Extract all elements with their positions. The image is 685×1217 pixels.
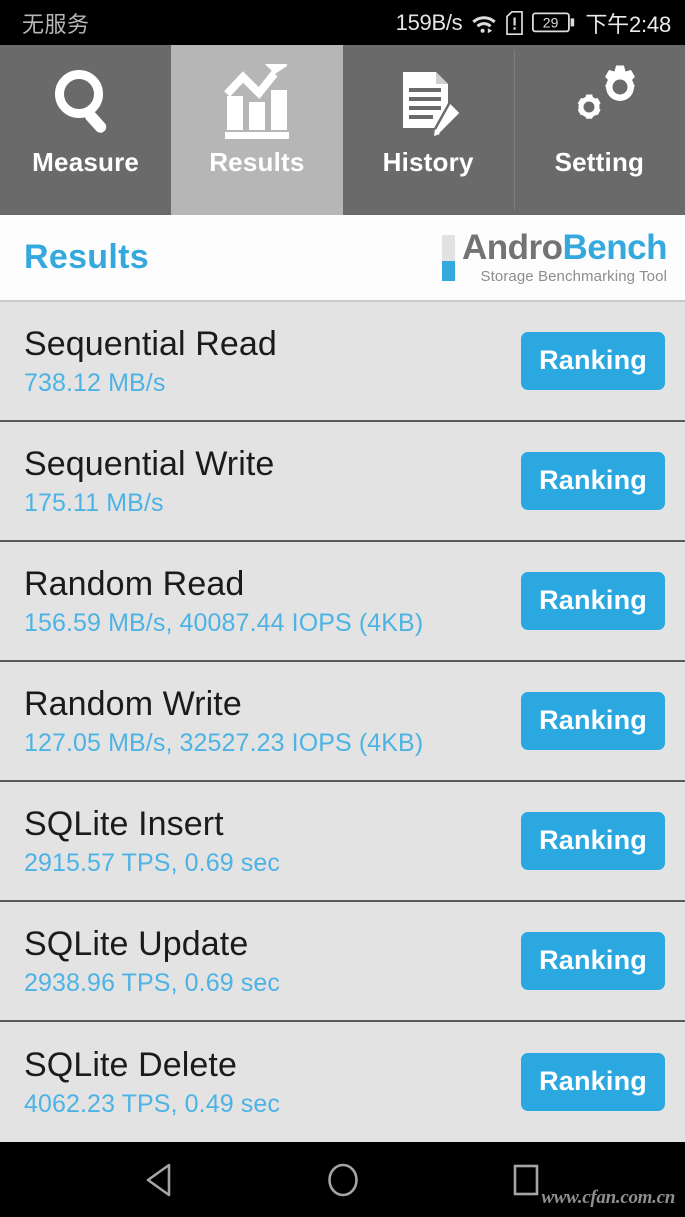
result-row: Random Write 127.05 MB/s, 32527.23 IOPS (… (0, 662, 685, 782)
result-texts: Sequential Read 738.12 MB/s (24, 325, 277, 398)
site-watermark: www.cfan.com.cn (541, 1187, 675, 1208)
magnifier-icon (47, 67, 125, 139)
result-texts: Random Read 156.59 MB/s, 40087.44 IOPS (4… (24, 565, 423, 638)
result-texts: SQLite Delete 4062.23 TPS, 0.49 sec (24, 1046, 280, 1119)
logo-wordmark: AndroBench (461, 228, 668, 267)
result-texts: Sequential Write 175.11 MB/s (24, 445, 274, 518)
tab-history[interactable]: History (342, 45, 514, 215)
result-row: Sequential Write 175.11 MB/s Ranking (0, 422, 685, 542)
battery-icon: 29 (532, 11, 576, 34)
clock-label: 下午2:48 (585, 11, 671, 37)
result-name: Sequential Read (24, 324, 277, 363)
app-root: 无服务 159B/s 29 下午2:48 Measure Results His… (0, 0, 685, 1217)
logo-bar-icon (441, 234, 455, 281)
document-pencil-icon (389, 67, 467, 139)
result-row: Random Read 156.59 MB/s, 40087.44 IOPS (4… (0, 542, 685, 662)
android-nav-bar: www.cfan.com.cn (0, 1142, 685, 1217)
ranking-button[interactable]: Ranking (521, 812, 665, 870)
result-name: SQLite Delete (24, 1045, 237, 1084)
result-texts: SQLite Update 2938.96 TPS, 0.69 sec (24, 925, 280, 998)
result-value: 4062.23 TPS, 0.49 sec (24, 1089, 280, 1118)
result-name: Random Write (24, 684, 242, 723)
recents-square-icon[interactable] (510, 1163, 542, 1197)
carrier-label: 无服务 (22, 11, 90, 37)
ranking-button[interactable]: Ranking (521, 1053, 665, 1111)
ranking-button[interactable]: Ranking (521, 932, 665, 990)
result-name: Random Read (24, 564, 245, 603)
status-bar: 无服务 159B/s 29 下午2:48 (0, 0, 685, 45)
result-value: 156.59 MB/s, 40087.44 IOPS (4KB) (24, 608, 424, 637)
result-row: SQLite Update 2938.96 TPS, 0.69 sec Rankin… (0, 902, 685, 1022)
sim-card-alert-icon (506, 10, 524, 35)
logo-tagline: Storage Benchmarking Tool (480, 268, 667, 285)
page-title: Results (24, 238, 149, 276)
home-circle-icon[interactable] (326, 1162, 360, 1198)
battery-level-label: 29 (543, 15, 559, 31)
results-list: Sequential Read 738.12 MB/s Ranking Sequent… (0, 302, 685, 1142)
result-name: Sequential Write (24, 444, 275, 483)
result-texts: Random Write 127.05 MB/s, 32527.23 IOPS (… (24, 685, 423, 758)
network-speed-label: 159B/s (395, 9, 463, 35)
status-icons: 159B/s 29 下午2:48 (395, 7, 672, 39)
result-value: 2915.57 TPS, 0.69 sec (24, 848, 280, 877)
result-name: SQLite Insert (24, 804, 224, 843)
result-name: SQLite Update (24, 924, 249, 963)
tab-setting[interactable]: Setting (513, 45, 685, 215)
androbench-logo: AndroBench Storage Benchmarking Tool (441, 228, 668, 285)
ranking-button[interactable]: Ranking (521, 452, 665, 510)
result-texts: SQLite Insert 2915.57 TPS, 0.69 sec (24, 805, 280, 878)
tab-results[interactable]: Results (171, 45, 343, 215)
gears-icon (559, 65, 639, 139)
tab-measure[interactable]: Measure (0, 45, 172, 215)
result-value: 175.11 MB/s (24, 488, 164, 517)
logo-text: AndroBench Storage Benchmarking Tool (461, 228, 668, 285)
bar-chart-arrow-icon (217, 64, 297, 139)
tab-label: History (382, 147, 474, 177)
result-row: SQLite Delete 4062.23 TPS, 0.49 sec Rankin… (0, 1022, 685, 1142)
tab-label: Measure (32, 147, 140, 177)
ranking-button[interactable]: Ranking (521, 572, 665, 630)
ranking-button[interactable]: Ranking (521, 692, 665, 750)
ranking-button[interactable]: Ranking (521, 332, 665, 390)
result-value: 2938.96 TPS, 0.69 sec (24, 968, 280, 997)
back-triangle-icon[interactable] (144, 1163, 176, 1197)
result-row: SQLite Insert 2915.57 TPS, 0.69 sec Rankin… (0, 782, 685, 902)
logo-primary: Andro (461, 228, 563, 267)
wifi-icon (471, 13, 497, 33)
result-value: 738.12 MB/s (24, 368, 166, 397)
result-row: Sequential Read 738.12 MB/s Ranking (0, 302, 685, 422)
page-header: Results AndroBench Storage Benchmarking … (0, 215, 685, 302)
tab-bar: Measure Results History Setting (0, 45, 685, 215)
logo-secondary: Bench (562, 228, 668, 267)
result-value: 127.05 MB/s, 32527.23 IOPS (4KB) (24, 728, 424, 757)
tab-label: Setting (554, 147, 645, 177)
tab-label: Results (209, 147, 305, 177)
